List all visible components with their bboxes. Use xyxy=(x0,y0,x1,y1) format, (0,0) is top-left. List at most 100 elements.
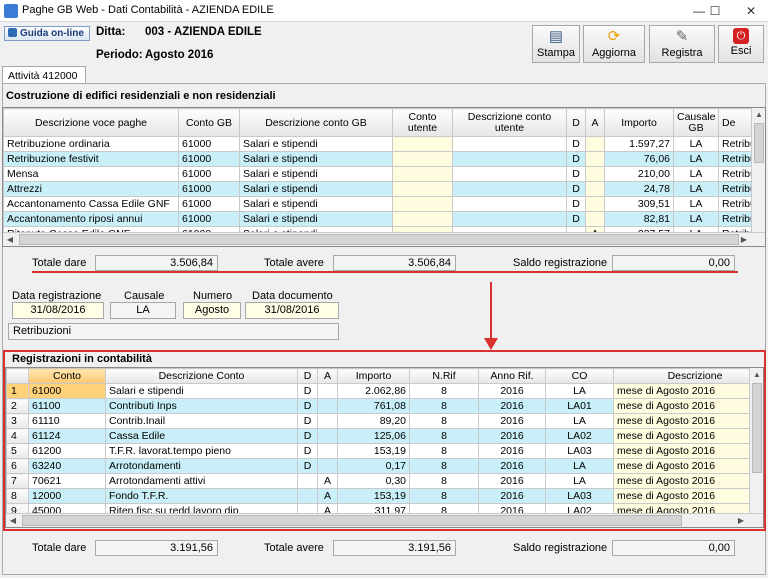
table-cell[interactable]: A xyxy=(317,488,338,504)
table-cell[interactable]: LA xyxy=(545,458,614,474)
table-cell[interactable]: A xyxy=(317,473,338,489)
vertical-scrollbar[interactable]: ▲ xyxy=(749,368,763,513)
col-header[interactable]: Descrizione Conto xyxy=(105,368,298,384)
col-header[interactable]: D xyxy=(566,108,586,137)
table-cell[interactable]: Salari e stipendi xyxy=(239,136,393,152)
table-cell[interactable]: LA03 xyxy=(545,443,614,459)
table-cell[interactable]: 8 xyxy=(409,413,479,429)
col-header[interactable]: A xyxy=(585,108,605,137)
table-row[interactable]: Retribuzione ordinaria 61000 Salari e stip… xyxy=(3,136,765,152)
stampa-button[interactable]: ▤ Stampa xyxy=(532,25,580,63)
numero-field[interactable]: Agosto xyxy=(183,302,241,319)
col-header[interactable]: Importo xyxy=(337,368,410,384)
table-cell[interactable]: 210,00 xyxy=(604,166,674,182)
table-cell[interactable] xyxy=(452,166,567,182)
table-cell[interactable]: 2016 xyxy=(478,398,546,414)
table-cell[interactable]: 89,20 xyxy=(337,413,410,429)
table-cell[interactable]: Cassa Edile xyxy=(105,428,298,444)
scroll-thumb[interactable] xyxy=(751,383,762,473)
aggiorna-button[interactable]: ⟳ Aggiorna xyxy=(583,25,645,63)
table-cell[interactable]: D xyxy=(297,413,318,429)
table-cell[interactable]: D xyxy=(566,151,586,167)
table-cell[interactable] xyxy=(452,151,567,167)
voci-paghe-grid[interactable]: Descrizione voce paghe Conto GB Descrizi… xyxy=(2,107,766,247)
table-cell[interactable]: 0,30 xyxy=(337,473,410,489)
table-cell[interactable]: Retribuzione festivit xyxy=(3,151,179,167)
table-cell[interactable] xyxy=(585,211,605,227)
table-cell[interactable] xyxy=(392,166,453,182)
table-cell[interactable]: Salari e stipendi xyxy=(239,211,393,227)
scroll-thumb[interactable] xyxy=(753,123,764,163)
table-cell[interactable]: Mensa xyxy=(3,166,179,182)
table-cell[interactable]: 61124 xyxy=(28,428,106,444)
table-cell[interactable] xyxy=(452,211,567,227)
table-cell[interactable] xyxy=(585,151,605,167)
table-cell[interactable] xyxy=(392,181,453,197)
table-row[interactable]: Retribuzione festivit 61000 Salari e stipe… xyxy=(3,151,765,167)
vertical-scrollbar[interactable]: ▲ xyxy=(751,108,765,232)
table-cell[interactable]: D xyxy=(566,166,586,182)
table-cell[interactable] xyxy=(585,196,605,212)
table-cell[interactable]: 8 xyxy=(409,443,479,459)
table-row[interactable]: 4 61124 Cassa Edile D 125,06 8 2016 LA02 mese di… xyxy=(6,428,763,444)
esci-button[interactable]: ⏻ Esci xyxy=(718,25,764,63)
table-cell[interactable]: mese di Agosto 2016 xyxy=(613,398,763,414)
row-number[interactable]: 6 xyxy=(6,458,29,474)
table-cell[interactable] xyxy=(392,151,453,167)
table-cell[interactable]: 2016 xyxy=(478,413,546,429)
data-registrazione-field[interactable]: 31/08/2016 xyxy=(12,302,104,319)
table-cell[interactable]: Contrib.Inail xyxy=(105,413,298,429)
horizontal-scrollbar[interactable]: ◀ ▶ xyxy=(3,232,765,246)
col-header[interactable]: Importo xyxy=(604,108,674,137)
table-cell[interactable]: 2016 xyxy=(478,458,546,474)
table-cell[interactable]: LA xyxy=(673,166,719,182)
table-cell[interactable]: 2016 xyxy=(478,473,546,489)
table-cell[interactable]: LA xyxy=(673,136,719,152)
row-number[interactable]: 1 xyxy=(6,383,29,399)
scroll-right-icon[interactable]: ▶ xyxy=(737,233,751,246)
table-row[interactable]: 8 12000 Fondo T.F.R. A 153,19 8 2016 LA03 mese d… xyxy=(6,488,763,504)
table-cell[interactable]: 8 xyxy=(409,383,479,399)
guide-online-button[interactable]: Guida on-line xyxy=(4,26,90,41)
table-cell[interactable]: Salari e stipendi xyxy=(105,383,298,399)
table-cell[interactable]: Arrotondamenti attivi xyxy=(105,473,298,489)
table-cell[interactable]: D xyxy=(566,181,586,197)
row-number[interactable]: 7 xyxy=(6,473,29,489)
table-cell[interactable]: Attrezzi xyxy=(3,181,179,197)
col-header[interactable]: Conto GB xyxy=(178,108,240,137)
col-header[interactable]: A xyxy=(317,368,338,384)
table-cell[interactable]: 153,19 xyxy=(337,443,410,459)
col-header[interactable]: Descrizione conto GB xyxy=(239,108,393,137)
table-cell[interactable]: 761,08 xyxy=(337,398,410,414)
table-cell[interactable]: LA xyxy=(673,151,719,167)
table-cell[interactable]: LA xyxy=(673,211,719,227)
close-window-button[interactable]: ✕ xyxy=(734,0,768,22)
table-row[interactable]: 2 61100 Contributi Inps D 761,08 8 2016 LA01 mes… xyxy=(6,398,763,414)
table-cell[interactable]: D xyxy=(297,443,318,459)
table-cell[interactable]: 61000 xyxy=(178,181,240,197)
causale-field[interactable]: LA xyxy=(110,302,176,319)
table-cell[interactable]: LA02 xyxy=(545,428,614,444)
table-row[interactable]: 5 61200 T.F.R. lavorat.tempo pieno D 153,19 8… xyxy=(6,443,763,459)
table-cell[interactable]: 82,81 xyxy=(604,211,674,227)
table-cell[interactable]: Accantonamento riposi annui xyxy=(3,211,179,227)
table-cell[interactable]: 125,06 xyxy=(337,428,410,444)
scroll-left-icon[interactable]: ◀ xyxy=(6,514,20,527)
table-row[interactable]: 1 61000 Salari e stipendi D 2.062,86 8 2016 LA m… xyxy=(6,383,763,399)
table-cell[interactable] xyxy=(452,196,567,212)
table-cell[interactable] xyxy=(585,181,605,197)
col-header[interactable]: Causale GB xyxy=(673,108,719,137)
col-header[interactable]: Descrizione voce paghe xyxy=(3,108,179,137)
table-cell[interactable]: LA xyxy=(673,196,719,212)
table-cell[interactable]: LA xyxy=(545,413,614,429)
table-cell[interactable]: 309,51 xyxy=(604,196,674,212)
col-header[interactable]: N.Rif xyxy=(409,368,479,384)
table-row[interactable]: Mensa 61000 Salari e stipendi D 210,00 LA Retr… xyxy=(3,166,765,182)
table-cell[interactable]: 61000 xyxy=(178,166,240,182)
table-cell[interactable]: 2016 xyxy=(478,428,546,444)
table-cell[interactable]: mese di Agosto 2016 xyxy=(613,473,763,489)
col-header[interactable]: Descrizione conto utente xyxy=(452,108,567,137)
table-cell[interactable]: D xyxy=(297,398,318,414)
col-header[interactable]: Conto utente xyxy=(392,108,453,137)
table-cell[interactable]: Salari e stipendi xyxy=(239,151,393,167)
